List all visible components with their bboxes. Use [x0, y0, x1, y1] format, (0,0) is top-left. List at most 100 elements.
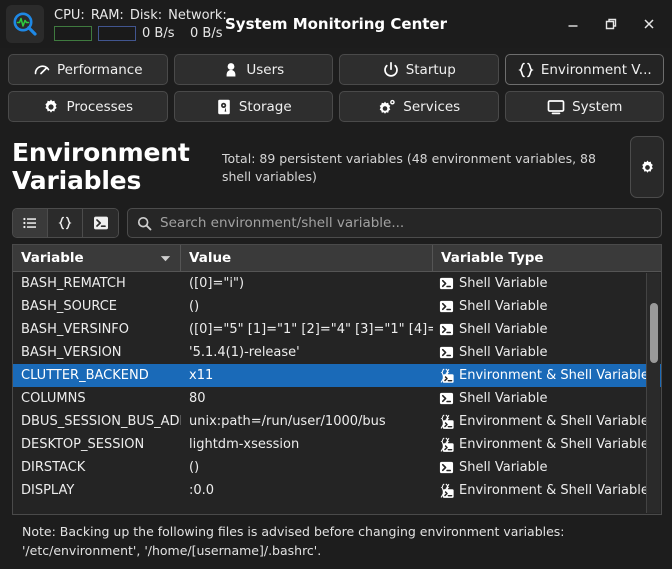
cell-variable-type-label: Shell Variable: [459, 299, 548, 314]
column-header-variable-type-label: Variable Type: [441, 250, 544, 266]
cell-variable-type: Environment & Shell Variable: [433, 479, 661, 502]
table-row[interactable]: BASH_VERSION '5.1.4(1)-release' Shell Vari…: [13, 341, 661, 364]
table-row[interactable]: BASH_REMATCH ([0]="i") Shell Variable: [13, 272, 661, 295]
tab-environment-variables[interactable]: Environment V...: [504, 54, 664, 85]
list-icon: [23, 217, 36, 229]
braces-terminal-icon: [440, 437, 454, 452]
cell-variable-type: Shell Variable: [433, 456, 661, 479]
page-header: Environment Variables Total: 89 persiste…: [0, 126, 672, 204]
terminal-icon: [439, 323, 454, 336]
cell-variable: BASH_VERSION: [21, 345, 122, 360]
cell-variable-type-label: Shell Variable: [459, 276, 548, 291]
tab-users[interactable]: Users: [173, 54, 333, 85]
cell-variable-type: Environment & Shell Variable: [433, 433, 661, 456]
stat-meters: 0 B/s 0 B/s: [54, 25, 232, 41]
braces-icon: [58, 216, 72, 230]
cell-variable: CLUTTER_BACKEND: [21, 368, 149, 383]
tab-startup-label: Startup: [405, 61, 456, 78]
table-row[interactable]: DIRSTACK () Shell Variable: [13, 456, 661, 479]
minimize-icon: [568, 25, 578, 27]
tab-services[interactable]: Services: [339, 91, 499, 122]
tab-storage[interactable]: Storage: [173, 91, 333, 122]
filter-environment-button[interactable]: [48, 209, 83, 237]
restore-button[interactable]: [594, 7, 628, 41]
harddisk-icon: [215, 98, 233, 116]
search-input[interactable]: [160, 215, 652, 231]
search-icon: [137, 216, 152, 230]
table-row[interactable]: CLUTTER_BACKEND x11 Environment & Shell Va…: [13, 364, 661, 387]
restore-icon: [605, 18, 617, 30]
terminal-icon: [439, 391, 454, 406]
terminal-icon: [439, 277, 454, 290]
close-button[interactable]: [632, 7, 666, 41]
terminal-icon: [439, 300, 454, 313]
cell-variable: BASH_REMATCH: [21, 276, 126, 291]
table-row[interactable]: DBUS_SESSION_BUS_ADDRESS unix:path=/run/u…: [13, 410, 661, 433]
monitor-icon: [546, 98, 566, 116]
tab-performance[interactable]: Performance: [8, 54, 168, 85]
search-box[interactable]: [127, 208, 662, 238]
cell-variable: DBUS_SESSION_BUS_ADDRESS: [21, 414, 181, 429]
cell-variable-type: Shell Variable: [433, 387, 661, 410]
settings-button[interactable]: [630, 136, 664, 198]
table-scrollbar[interactable]: [646, 273, 660, 513]
terminal-icon: [439, 345, 454, 360]
braces-terminal-icon: [439, 437, 454, 452]
cell-variable: BASH_VERSINFO: [21, 322, 129, 337]
ram-meter: [98, 25, 136, 41]
table-row[interactable]: BASH_VERSINFO ([0]="5" [1]="1" [2]="4" [3…: [13, 318, 661, 341]
cell-variable-type: Shell Variable: [433, 318, 661, 341]
cell-value: x11: [189, 368, 214, 383]
cell-value: unix:path=/run/user/1000/bus: [189, 414, 386, 429]
gauge-icon: [33, 61, 51, 79]
gear-icon: [42, 98, 60, 116]
terminal-icon: [439, 461, 454, 474]
column-header-spacer: [645, 245, 661, 271]
cpu-label: CPU:: [54, 7, 85, 23]
variables-table: Variable Value Variable Type BASH_REMATC…: [12, 244, 662, 515]
page-title: Environment Variables: [12, 138, 190, 195]
window-controls: [556, 7, 666, 41]
cell-variable: BASH_SOURCE: [21, 299, 118, 314]
table-scrollbar-thumb[interactable]: [650, 303, 658, 363]
power-icon: [382, 61, 400, 79]
chevron-down-icon: [160, 255, 171, 261]
cell-variable-type-label: Environment & Shell Variable: [459, 368, 649, 383]
cell-variable-type-label: Environment & Shell Variable: [459, 437, 649, 452]
table-row[interactable]: COLUMNS 80 Shell Variable: [13, 387, 661, 410]
tab-startup[interactable]: Startup: [339, 54, 499, 85]
tab-system[interactable]: System: [504, 91, 664, 122]
tab-environment-variables-label: Environment V...: [540, 61, 652, 78]
table-row[interactable]: BASH_SOURCE () Shell Variable: [13, 295, 661, 318]
cell-variable-type: Shell Variable: [433, 272, 661, 295]
table-row[interactable]: DESKTOP_SESSION lightdm-xsession Environme…: [13, 433, 661, 456]
braces-terminal-icon: [439, 483, 454, 498]
terminal-icon: [439, 392, 454, 405]
cell-value: '5.1.4(1)-release': [189, 345, 300, 360]
cell-variable-type-label: Shell Variable: [459, 391, 548, 406]
cell-value: (): [189, 460, 200, 475]
disk-rate: 0 B/s: [142, 25, 175, 41]
cell-variable-type-label: Shell Variable: [459, 322, 548, 337]
terminal-icon: [439, 346, 454, 359]
cell-variable-type: Shell Variable: [433, 341, 661, 364]
filter-all-button[interactable]: [13, 209, 48, 237]
window-title-text: System Monitoring Center: [224, 15, 447, 33]
footer: Note: Backing up the following files is …: [0, 515, 672, 569]
cell-variable-type-label: Environment & Shell Variable: [459, 414, 649, 429]
filter-shell-button[interactable]: [83, 209, 118, 237]
table-row[interactable]: DISPLAY:0.0 Environment & Shell Variable: [13, 479, 661, 502]
tab-processes-label: Processes: [66, 98, 134, 115]
column-header-variable-type[interactable]: Variable Type: [433, 245, 645, 271]
cell-value: ([0]="i"): [189, 276, 245, 291]
cell-variable-type: Environment & Shell Variable: [433, 410, 661, 433]
tab-processes[interactable]: Processes: [8, 91, 168, 122]
column-header-variable[interactable]: Variable: [13, 245, 181, 271]
minimize-button[interactable]: [556, 7, 590, 41]
column-header-value-label: Value: [189, 250, 232, 266]
tab-services-label: Services: [403, 98, 461, 115]
table-header-row: Variable Value Variable Type: [13, 245, 661, 272]
cell-variable: DESKTOP_SESSION: [21, 437, 145, 452]
column-header-value[interactable]: Value: [181, 245, 433, 271]
close-icon: [644, 19, 654, 29]
